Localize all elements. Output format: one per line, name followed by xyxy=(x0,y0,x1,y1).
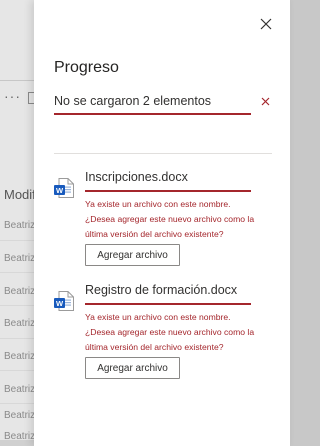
list-row-divider xyxy=(0,272,34,273)
close-icon xyxy=(261,97,270,106)
file-error-underline xyxy=(85,303,251,305)
upload-progress-panel: Progreso No se cargaron 2 elementos W In… xyxy=(34,0,290,446)
file-name: Registro de formación.docx xyxy=(85,283,238,297)
add-file-button[interactable]: Agregar archivo xyxy=(85,357,180,379)
word-document-icon: W xyxy=(54,178,74,198)
file-error-message: Ya existe un archivo con este nombre. ¿D… xyxy=(85,312,255,352)
add-file-button[interactable]: Agregar archivo xyxy=(85,244,180,266)
failed-upload-item: W Inscripciones.docx Ya existe un archiv… xyxy=(54,170,272,270)
file-name: Inscripciones.docx xyxy=(85,170,188,184)
more-options-icon[interactable]: ··· xyxy=(4,88,21,104)
list-row-divider xyxy=(0,370,34,371)
svg-text:W: W xyxy=(56,299,64,308)
panel-title: Progreso xyxy=(54,59,119,76)
upload-summary-message: No se cargaron 2 elementos xyxy=(54,94,212,108)
word-document-icon: W xyxy=(54,291,74,311)
list-row-divider xyxy=(0,338,34,339)
list-row-divider xyxy=(0,240,34,241)
svg-text:W: W xyxy=(56,186,64,195)
list-row-divider xyxy=(0,403,34,404)
summary-error-underline xyxy=(54,113,251,115)
section-divider xyxy=(54,153,272,154)
file-error-message: Ya existe un archivo con este nombre. ¿D… xyxy=(85,199,255,239)
dismiss-summary-button[interactable] xyxy=(261,97,270,106)
close-icon xyxy=(260,18,272,30)
close-panel-button[interactable] xyxy=(258,16,274,32)
list-row-divider xyxy=(0,305,34,306)
file-error-underline xyxy=(85,190,251,192)
horizontal-scrollbar[interactable] xyxy=(0,440,34,446)
background-toolbar-divider xyxy=(0,80,34,81)
failed-upload-item: W Registro de formación.docx Ya existe u… xyxy=(54,283,272,383)
